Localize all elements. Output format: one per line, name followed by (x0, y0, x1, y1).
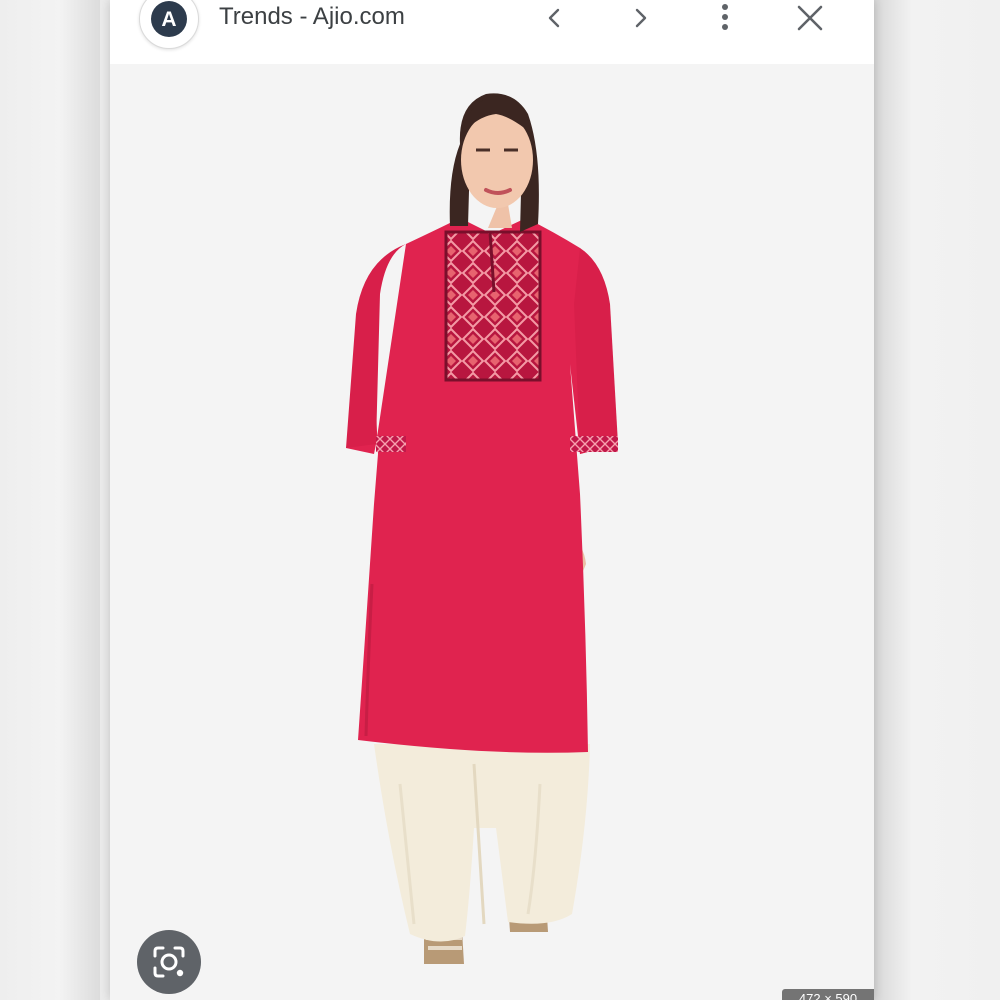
lens-search-icon (153, 946, 185, 978)
site-logo[interactable]: A (139, 0, 199, 49)
more-vert-icon (722, 4, 728, 30)
page-title[interactable]: Trends - Ajio.com (219, 3, 405, 31)
image-viewer-header: A Trends - Ajio.com (110, 0, 874, 64)
close-icon (797, 5, 823, 31)
more-options-button[interactable] (703, 0, 747, 40)
phone-screen: A Trends - Ajio.com 472 × 590 (110, 0, 874, 1000)
logo-letter: A (161, 8, 176, 31)
blurred-left-margin (0, 0, 100, 1000)
chevron-right-icon (635, 8, 647, 28)
blurred-right-margin (874, 0, 1000, 1000)
image-preview[interactable]: 472 × 590 (110, 64, 874, 1000)
palazzo-pants (374, 744, 590, 942)
forward-button[interactable] (618, 0, 662, 40)
kurta (346, 218, 618, 753)
head (449, 93, 539, 232)
close-button[interactable] (788, 0, 832, 40)
back-button[interactable] (533, 0, 577, 40)
ajio-logo-icon: A (151, 1, 187, 37)
chevron-left-icon (548, 8, 560, 28)
lens-search-button[interactable] (137, 930, 201, 994)
image-dimensions-label: 472 × 590 (782, 989, 874, 1000)
product-photo (346, 93, 618, 964)
